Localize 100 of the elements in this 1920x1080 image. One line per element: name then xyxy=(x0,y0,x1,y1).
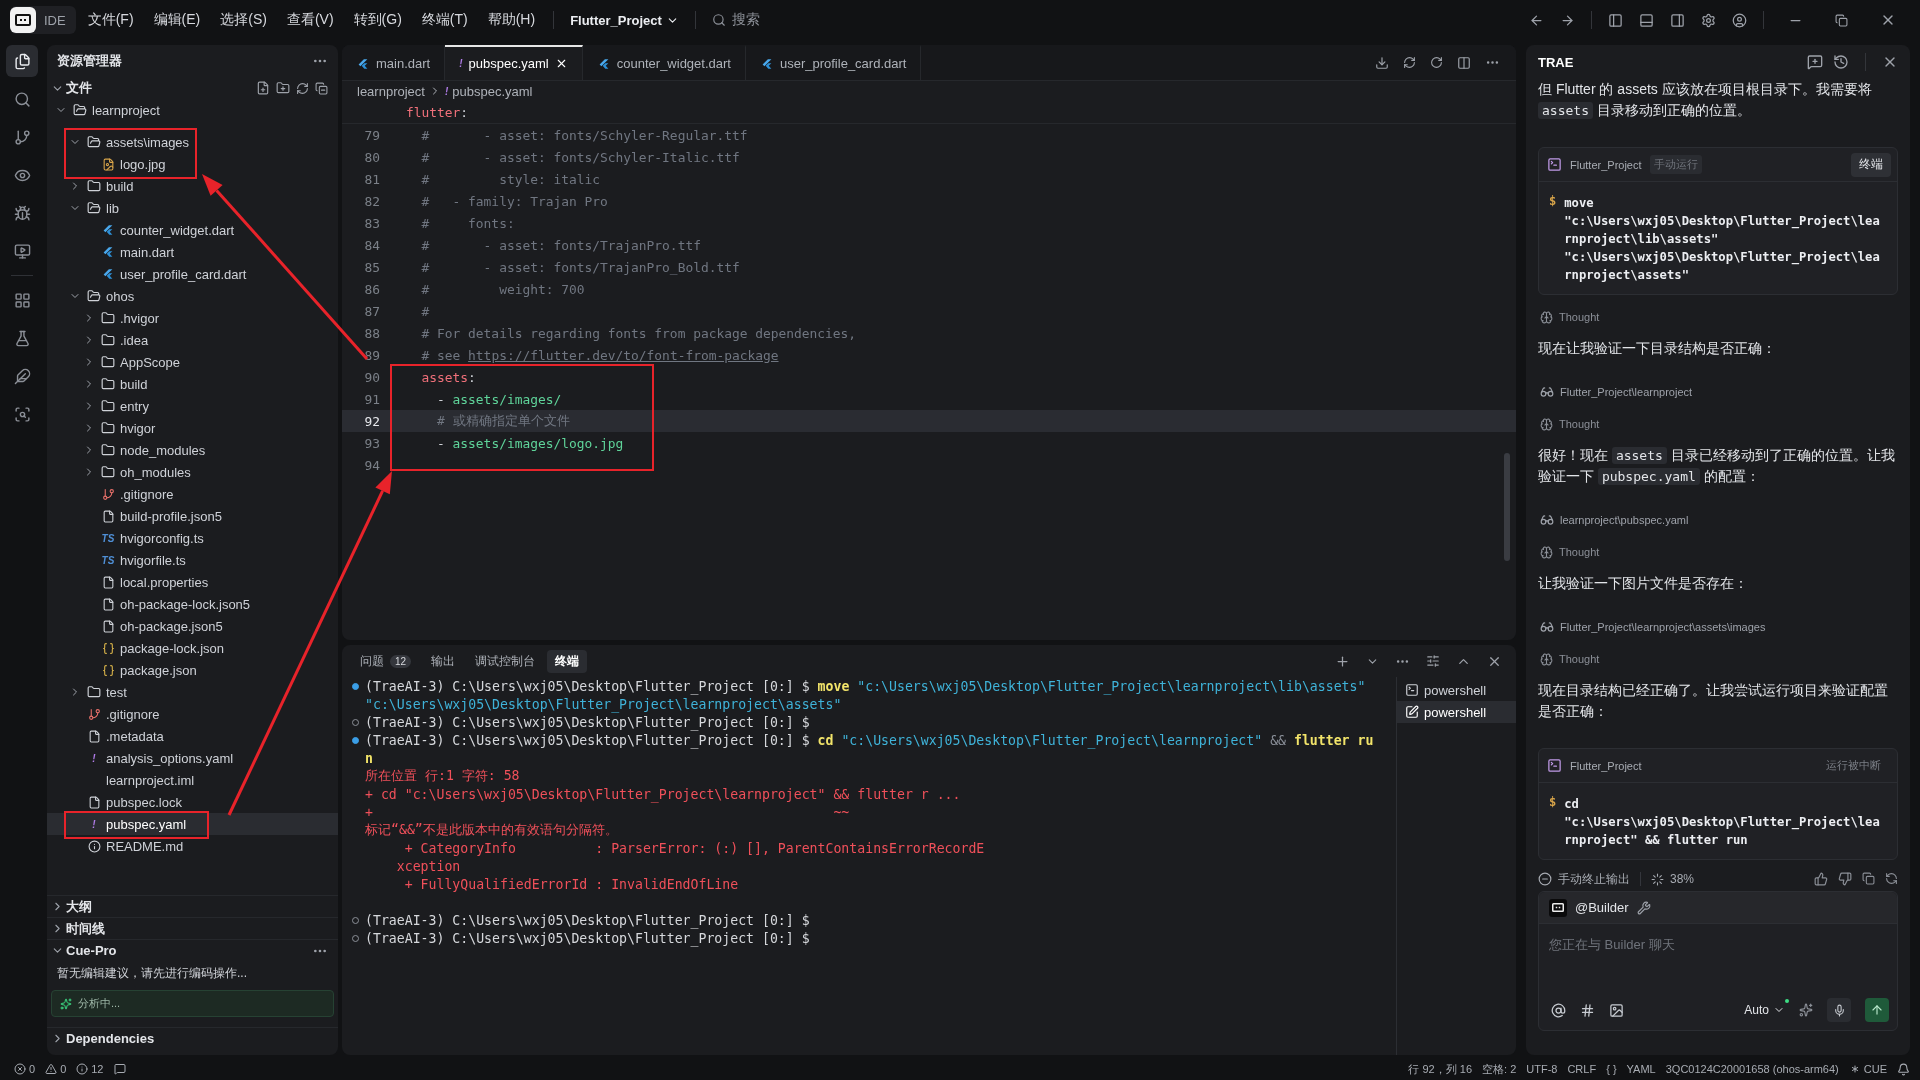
file-tree-item[interactable]: learnproject.iml xyxy=(47,769,338,791)
file-tree-item[interactable]: .gitignore xyxy=(47,703,338,725)
split-editor-icon[interactable] xyxy=(1457,55,1471,70)
menu-item[interactable]: 帮助(H) xyxy=(479,7,544,33)
status-item[interactable]: { } xyxy=(1606,1063,1617,1075)
account-icon[interactable] xyxy=(1732,12,1747,28)
sliders-icon[interactable] xyxy=(1426,654,1440,668)
menu-item[interactable]: 文件(F) xyxy=(79,7,142,33)
file-tree-item[interactable]: assets\images xyxy=(47,131,338,153)
file-tree-item[interactable]: counter_widget.dart xyxy=(47,219,338,241)
problem-count[interactable]: 12 xyxy=(76,1063,104,1075)
file-reference[interactable]: Flutter_Project\learnproject xyxy=(1560,386,1693,398)
file-tree-item[interactable]: .metadata xyxy=(47,725,338,747)
restore-icon[interactable] xyxy=(1835,13,1848,27)
model-selector[interactable]: Auto xyxy=(1744,1003,1785,1017)
menu-item[interactable]: 终端(T) xyxy=(413,7,476,33)
mention-icon[interactable] xyxy=(1551,1002,1566,1018)
project-selector[interactable]: Flutter_Project xyxy=(564,8,685,32)
section-header[interactable]: Dependencies xyxy=(47,1027,338,1049)
file-tree-item[interactable]: oh-package.json5 xyxy=(47,615,338,637)
panel-layout-icon[interactable] xyxy=(1639,12,1654,28)
file-tree-item[interactable]: entry xyxy=(47,395,338,417)
file-tree-item[interactable]: build xyxy=(47,373,338,395)
history-icon[interactable] xyxy=(1833,54,1849,70)
problem-count[interactable]: 0 xyxy=(45,1063,67,1075)
sidebar-layout-icon[interactable] xyxy=(1608,12,1623,28)
forward-arrow-icon[interactable] xyxy=(1560,12,1575,28)
file-tree-item[interactable]: .gitignore xyxy=(47,483,338,505)
file-tree-item[interactable]: build xyxy=(47,175,338,197)
status-item[interactable]: 行 92，列 16 xyxy=(1408,1061,1472,1077)
section-header[interactable]: 时间线 xyxy=(47,917,338,939)
file-tree-item[interactable]: oh-package-lock.json5 xyxy=(47,593,338,615)
menu-item[interactable]: 选择(S) xyxy=(212,7,275,33)
copy-icon[interactable] xyxy=(1862,872,1875,885)
file-tree-item[interactable]: oh_modules xyxy=(47,461,338,483)
thought-label[interactable]: Thought xyxy=(1559,546,1600,558)
panel-tab[interactable]: 终端 xyxy=(547,649,588,673)
file-tree-item[interactable]: lib xyxy=(47,197,338,219)
file-tree-item[interactable]: build-profile.json5 xyxy=(47,505,338,527)
file-tree-item[interactable]: hvigor xyxy=(47,417,338,439)
file-tree-item[interactable]: user_profile_card.dart xyxy=(47,263,338,285)
problem-count[interactable]: 0 xyxy=(14,1063,36,1075)
file-tree-item[interactable]: node_modules xyxy=(47,439,338,461)
status-item[interactable]: YAML xyxy=(1626,1063,1656,1075)
new-folder-icon[interactable] xyxy=(276,81,290,95)
menu-item[interactable]: 转到(G) xyxy=(345,7,410,33)
file-reference[interactable]: Flutter_Project\learnproject\assets\images xyxy=(1560,621,1766,633)
status-item[interactable]: 3QC0124C20001658 (ohos-arm64) xyxy=(1665,1063,1839,1075)
retry-icon[interactable] xyxy=(1885,872,1898,885)
app-switcher[interactable]: IDE xyxy=(10,6,76,34)
right-panel-layout-icon[interactable] xyxy=(1670,12,1685,28)
panel-tab[interactable]: 调试控制台 xyxy=(467,649,544,673)
terminal-list-item[interactable]: powershell xyxy=(1397,701,1516,723)
collapse-icon[interactable] xyxy=(315,81,328,95)
thought-label[interactable]: Thought xyxy=(1559,311,1600,323)
message-icon[interactable] xyxy=(113,1063,126,1075)
file-tree-item[interactable]: ! pubspec.yaml xyxy=(47,813,338,835)
menu-item[interactable]: 查看(V) xyxy=(278,7,342,33)
thumbs-up-icon[interactable] xyxy=(1814,872,1828,886)
terminal-button[interactable]: 终端 xyxy=(1851,152,1891,177)
file-tree-item[interactable]: logo.jpg xyxy=(47,153,338,175)
send-button[interactable] xyxy=(1865,998,1889,1022)
breadcrumb-item[interactable]: learnproject xyxy=(357,83,425,99)
sync-icon[interactable] xyxy=(1403,56,1416,69)
file-tree-item[interactable]: package.json xyxy=(47,659,338,681)
file-tree-item[interactable]: package-lock.json xyxy=(47,637,338,659)
section-header[interactable]: Cue-Pro xyxy=(47,939,338,961)
file-tree-item[interactable]: learnproject xyxy=(47,99,338,121)
stop-output-button[interactable]: 手动终止输出 xyxy=(1558,870,1630,888)
editor-tab[interactable]: counter_widget.dart xyxy=(582,45,746,80)
bell-icon[interactable] xyxy=(1897,1062,1910,1076)
reload-icon[interactable] xyxy=(1430,56,1443,69)
file-tree-item[interactable]: ! analysis_options.yaml xyxy=(47,747,338,769)
file-tree-item[interactable]: .hvigor xyxy=(47,307,338,329)
plus-icon[interactable] xyxy=(1335,653,1350,669)
back-arrow-icon[interactable] xyxy=(1529,12,1544,28)
download-icon[interactable] xyxy=(1375,55,1389,70)
file-tree-item[interactable]: local.properties xyxy=(47,571,338,593)
image-icon[interactable] xyxy=(1609,1002,1624,1018)
status-item[interactable]: UTF-8 xyxy=(1526,1063,1558,1075)
thumbs-down-icon[interactable] xyxy=(1838,872,1852,886)
chat-input[interactable]: 您正在与 Builder 聊天 xyxy=(1539,924,1897,996)
new-file-icon[interactable] xyxy=(256,81,270,95)
thought-label[interactable]: Thought xyxy=(1559,418,1600,430)
settings-icon[interactable] xyxy=(1701,12,1716,28)
panel-tab[interactable]: 输出 xyxy=(423,649,464,673)
file-tree-item[interactable]: main.dart xyxy=(47,241,338,263)
editor-tab[interactable]: ! pubspec.yaml xyxy=(445,45,583,80)
search-field[interactable]: 搜索 xyxy=(705,7,1519,33)
panel-tab[interactable]: 问题 12 xyxy=(352,649,420,673)
file-tree-item[interactable]: TS hvigorfile.ts xyxy=(47,549,338,571)
editor-tab[interactable]: user_profile_card.dart xyxy=(745,45,922,80)
sparkle-icon[interactable] xyxy=(1799,1003,1813,1017)
editor-tab[interactable]: main.dart xyxy=(342,45,446,80)
status-item[interactable]: CUE xyxy=(1848,1063,1887,1075)
files-icon[interactable] xyxy=(6,45,38,77)
new-chat-icon[interactable] xyxy=(1807,54,1823,70)
status-item[interactable]: 空格: 2 xyxy=(1482,1061,1517,1077)
section-header[interactable]: 大纲 xyxy=(47,895,338,917)
file-tree-item[interactable]: AppScope xyxy=(47,351,338,373)
